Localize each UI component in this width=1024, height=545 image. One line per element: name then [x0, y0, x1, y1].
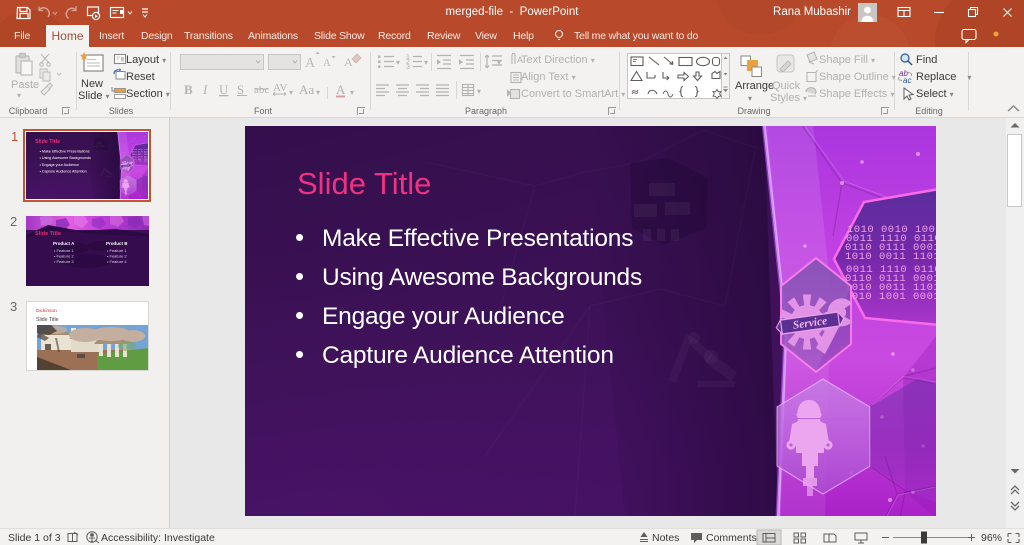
svg-text:• Feature 1: • Feature 1	[54, 248, 74, 253]
svg-text:Slide Title: Slide Title	[36, 317, 59, 323]
svg-text:AV: AV	[273, 82, 288, 94]
svg-text:• Feature 2: • Feature 2	[54, 254, 74, 259]
svg-text:A: A	[336, 82, 346, 97]
svg-text:• Feature 4: • Feature 4	[107, 259, 127, 264]
svg-text:▾: ▾	[477, 87, 481, 96]
svg-text:▾: ▾	[497, 58, 501, 67]
svg-text:U: U	[219, 82, 229, 97]
svg-text:▾: ▾	[289, 88, 293, 97]
svg-text:Slide Title: Slide Title	[35, 231, 61, 237]
svg-text:▾: ▾	[396, 58, 400, 67]
svg-text:S: S	[237, 82, 244, 97]
svg-text:A: A	[344, 55, 353, 69]
svg-text:Capture Audience Attention: Capture Audience Attention	[322, 342, 614, 369]
svg-text:A: A	[517, 55, 523, 65]
svg-text:I: I	[202, 82, 208, 97]
svg-text:Slide Title: Slide Title	[35, 139, 60, 145]
svg-text:Engage your Audience: Engage your Audience	[322, 303, 565, 330]
svg-text:ac: ac	[903, 76, 911, 85]
svg-text:▾: ▾	[424, 58, 428, 67]
svg-text:A: A	[323, 57, 331, 69]
svg-text:• Engage your Audience: • Engage your Audience	[40, 163, 79, 167]
svg-text:abc: abc	[254, 84, 269, 96]
svg-text:▾: ▾	[350, 88, 354, 97]
svg-text:Aa: Aa	[299, 82, 314, 97]
svg-text:A: A	[305, 56, 316, 71]
svg-text:•: •	[295, 261, 304, 291]
svg-text:•: •	[295, 300, 304, 330]
svg-text:• Feature 3: • Feature 3	[54, 259, 74, 264]
svg-text:• Capture Audience Attention: • Capture Audience Attention	[40, 170, 87, 174]
svg-text:• Using Awesome Backgrounds: • Using Awesome Backgrounds	[40, 156, 91, 160]
svg-text:Make Effective Presentations: Make Effective Presentations	[322, 225, 633, 252]
svg-text:Dickinson: Dickinson	[36, 308, 57, 314]
svg-text:Product B: Product B	[106, 241, 128, 246]
svg-text:B: B	[184, 82, 193, 97]
svg-text:• Make Effective Presentations: • Make Effective Presentations	[40, 149, 90, 153]
svg-text:•: •	[295, 222, 304, 252]
svg-text:3: 3	[406, 64, 410, 71]
svg-text:Product A: Product A	[53, 241, 75, 246]
svg-text:Slide Title: Slide Title	[297, 166, 431, 201]
svg-text:• Feature 2: • Feature 2	[107, 254, 127, 259]
svg-text:•: •	[295, 339, 304, 369]
svg-text:Using Awesome Backgrounds: Using Awesome Backgrounds	[322, 264, 642, 291]
svg-text:▾: ▾	[316, 88, 320, 97]
svg-text:• Feature 1: • Feature 1	[107, 248, 127, 253]
